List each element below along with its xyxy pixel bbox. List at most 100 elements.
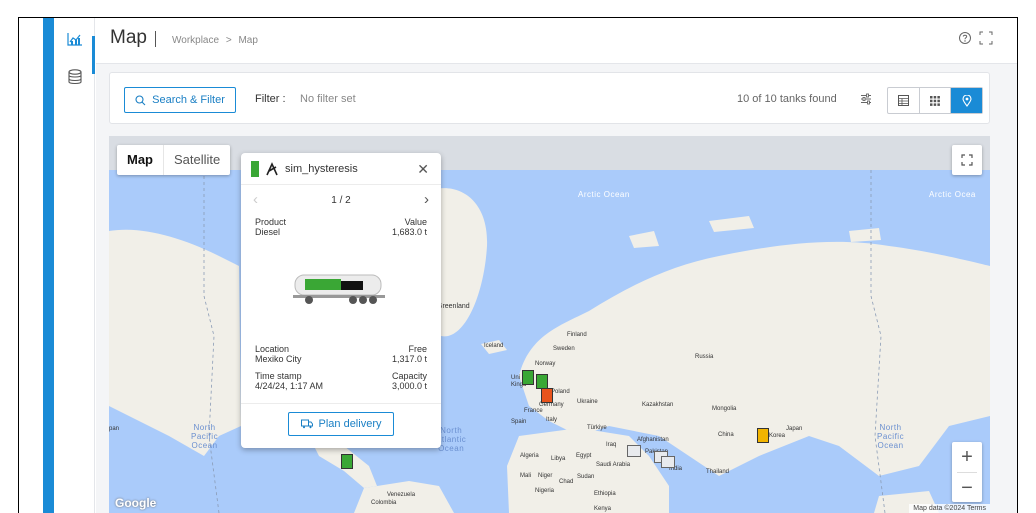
label-north-pacific-2: North Pacific Ocean [877,423,905,450]
search-filter-button[interactable]: Search & Filter [124,87,236,113]
label-thailand: Thailand [706,469,730,475]
sidebar-active-indicator [92,36,95,74]
database-icon[interactable] [66,68,84,86]
value-field: Value 1,683.0 t [392,217,427,237]
location-field: Location Mexiko City [255,344,302,364]
plan-delivery-label: Plan delivery [318,418,382,430]
sliders-icon[interactable] [860,92,872,110]
label-colombia: Colombia [371,500,397,506]
popup-pager: ‹ 1 / 2 › [241,191,441,209]
frame-right-border [1017,17,1018,513]
sidebar [54,18,95,513]
label-korea: Korea [769,433,786,439]
tank-trailer-graphic [291,269,391,312]
product-value: Diesel [255,227,281,237]
page-header: Map Workplace > Map [96,18,1017,64]
map-area[interactable]: Arctic Ocean Arctic Ocea Greenland Icela… [109,136,990,513]
tank-marker[interactable] [341,454,353,469]
search-filter-label: Search & Filter [152,94,225,106]
label-algeria: Algeria [520,453,539,459]
popup-divider [241,403,441,404]
label-iceland: Iceland [484,343,504,349]
tank-marker-cluster[interactable] [661,456,675,468]
label-kazakhstan: Kazakhstan [642,402,674,408]
label-france: France [524,408,543,414]
zoom-controls: + − [952,442,982,502]
fullscreen-icon[interactable] [979,31,995,47]
view-switcher [887,87,983,114]
breadcrumb: Workplace > Map [172,35,262,46]
label-arctic-ocean-2: Arctic Ocea [929,190,976,199]
label-greenland: Greenland [437,303,470,310]
label-japan-edge: pan [109,426,120,432]
label-poland: Poland [551,389,570,395]
label-ethiopia: Ethiopia [594,491,616,497]
label-japan: Japan [786,426,803,432]
tank-marker[interactable] [522,370,534,385]
label-ukraine: Ukraine [577,399,598,405]
filter-label: Filter : [255,93,286,105]
tank-marker[interactable] [536,374,548,389]
capacity-field: Capacity 3,000.0 t [392,371,427,391]
label-norway: Norway [535,361,556,367]
label-nigeria: Nigeria [535,488,555,494]
grid-view-button[interactable] [920,88,952,113]
google-logo: Google [115,496,157,510]
label-niger: Niger [538,473,553,479]
tank-marker[interactable] [757,428,769,443]
zoom-in-button[interactable]: + [952,442,982,472]
label-sweden: Sweden [553,346,575,352]
label-mongolia: Mongolia [712,406,737,412]
label-russia: Russia [695,354,714,360]
label-chad: Chad [559,479,574,485]
close-icon[interactable]: ✕ [417,161,429,178]
map-view-button[interactable] [951,88,983,113]
tank-marker-cluster[interactable] [627,445,641,457]
results-count: 10 of 10 tanks found [737,93,837,105]
fullscreen-icon [961,154,973,166]
sensor-icon [265,162,279,181]
label-kenya: Kenya [594,506,612,512]
map-type-switch: Map Satellite [117,145,231,175]
chevron-right-icon[interactable]: › [424,191,429,208]
chart-icon[interactable] [66,30,84,48]
map-type-satellite[interactable]: Satellite [163,145,230,175]
map-type-map[interactable]: Map [117,145,163,175]
capacity-value: 3,000.0 t [391,381,427,391]
tank-level-icon [251,161,259,177]
tank-info-popup: sim_hysteresis ✕ ‹ 1 / 2 › Product Diese… [241,153,441,448]
label-mali: Mali [520,473,532,479]
label-north-pacific: North Pacific Ocean [191,423,219,450]
product-label: Product [255,217,287,227]
free-label: Free [408,344,427,354]
breadcrumb-workplace[interactable]: Workplace [172,35,219,46]
label-iraq: Iraq [606,442,617,448]
zoom-out-button[interactable]: − [952,473,982,503]
label-saudi-arabia: Saudi Arabia [596,462,631,468]
title-divider [155,31,156,47]
tank-marker[interactable] [541,388,553,403]
label-libya: Libya [551,456,566,462]
page-title: Map [110,27,147,48]
accent-rail [43,18,54,513]
map-fullscreen-button[interactable] [952,145,982,175]
location-pin-icon [962,94,972,107]
map-attribution[interactable]: Map data ©2024 Terms [909,504,990,513]
help-icon[interactable] [958,31,974,47]
label-china: China [718,432,734,438]
filter-value: No filter set [300,93,356,105]
product-field: Product Diesel [255,217,286,237]
breadcrumb-separator: > [225,35,232,46]
plan-delivery-button[interactable]: Plan delivery [288,412,394,436]
label-italy: Italy [546,417,558,423]
truck-icon [300,419,313,429]
location-value: Mexiko City [255,354,302,364]
timestamp-value: 4/24/24, 1:17 AM [255,381,324,391]
filter-toolbar: Search & Filter Filter : No filter set 1… [109,72,990,124]
label-venezuela: Venezuela [387,492,416,498]
table-view-button[interactable] [888,88,920,113]
label-sudan: Sudan [577,474,595,480]
label-arctic-ocean: Arctic Ocean [578,190,630,199]
popup-header: sim_hysteresis ✕ [241,153,441,185]
capacity-label: Capacity [391,371,427,381]
